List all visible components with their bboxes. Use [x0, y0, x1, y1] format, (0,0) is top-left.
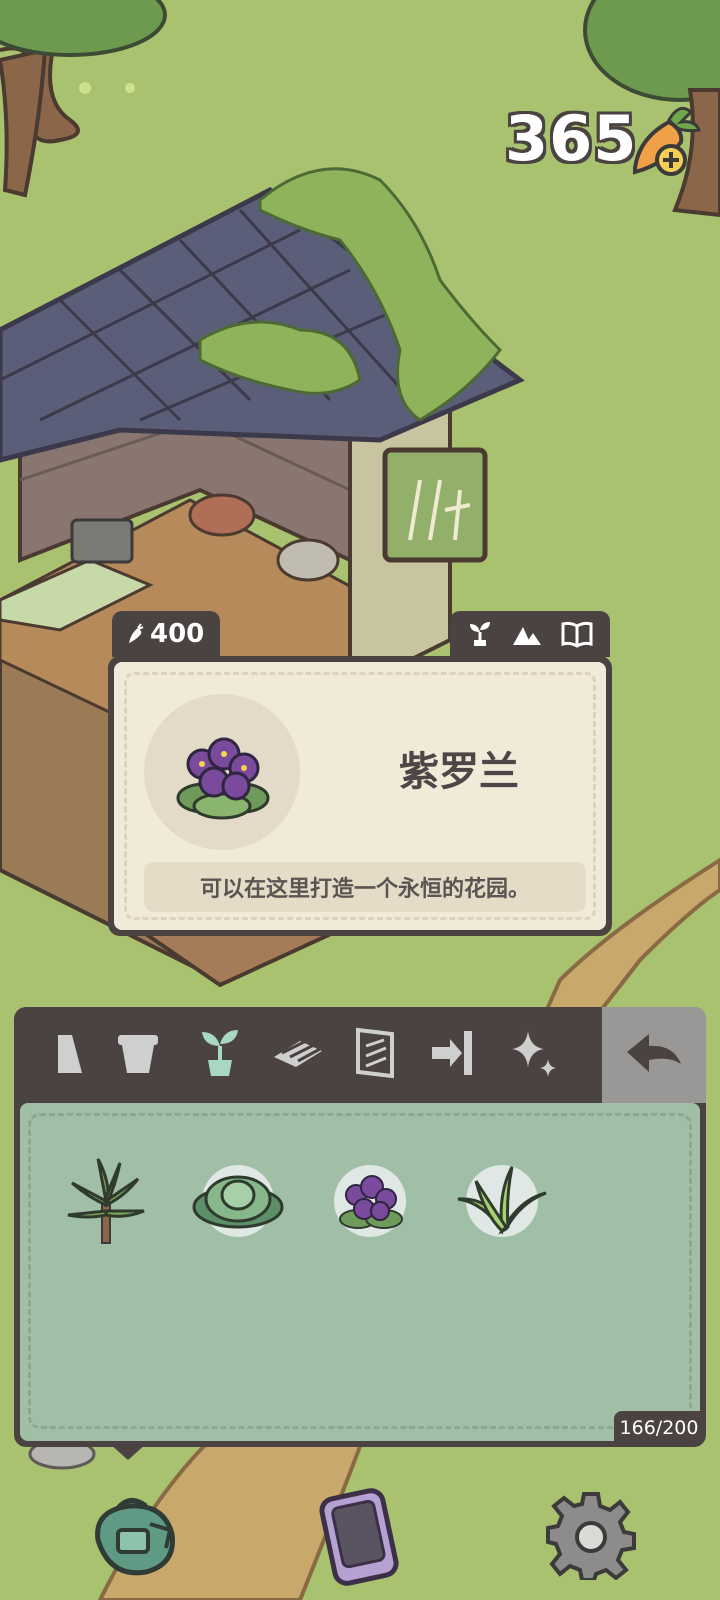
item-grid: 166/200 — [20, 1103, 704, 1445]
mountain-icon — [512, 627, 541, 645]
tab-partial[interactable] — [36, 1021, 100, 1085]
backpack-icon[interactable] — [90, 1490, 180, 1580]
pot-icon — [118, 1035, 158, 1073]
violet-flower-icon — [176, 737, 270, 820]
price-value: 400 — [150, 619, 205, 649]
item-tags — [450, 611, 610, 657]
item-slot-succulent[interactable] — [190, 1153, 286, 1249]
carrot-icon — [129, 623, 144, 643]
partial-category-icon — [58, 1035, 82, 1073]
tab-effects[interactable] — [502, 1021, 566, 1085]
currency-display[interactable]: 365 — [505, 98, 705, 178]
category-tabs — [14, 1007, 602, 1103]
grass-plant-icon — [457, 1166, 547, 1235]
succulent-plant-icon — [192, 1175, 284, 1229]
tab-wallpaper[interactable] — [344, 1021, 408, 1085]
sparkle-icon — [512, 1031, 556, 1077]
tab-plants[interactable] — [188, 1021, 252, 1085]
tab-pots[interactable] — [106, 1021, 170, 1085]
tab-floors[interactable] — [266, 1021, 330, 1085]
panel-pointer — [110, 1444, 146, 1460]
item-portrait — [144, 694, 300, 850]
door-arrow-icon — [432, 1031, 472, 1075]
item-slot-dracaena[interactable] — [58, 1153, 154, 1249]
back-button[interactable] — [602, 1007, 706, 1103]
inventory-capacity: 166/200 — [614, 1411, 704, 1445]
gear-icon[interactable] — [546, 1490, 636, 1580]
item-name: 紫罗兰 — [399, 749, 519, 795]
phone-icon[interactable] — [318, 1486, 404, 1586]
sprout-icon — [470, 622, 491, 646]
item-slot-grass[interactable] — [454, 1153, 550, 1249]
book-icon — [561, 621, 593, 648]
back-arrow-icon — [627, 1034, 681, 1072]
violet-flower-icon — [339, 1175, 403, 1229]
tab-doors[interactable] — [422, 1021, 486, 1085]
wallpaper-icon — [356, 1027, 394, 1079]
planks-icon — [274, 1039, 322, 1067]
inventory-panel: 166/200 — [14, 1007, 706, 1447]
dracaena-plant-icon — [67, 1158, 145, 1244]
item-description: 可以在这里打造一个永恒的花园。 — [144, 862, 586, 912]
price-tag: 400 — [112, 611, 220, 657]
sprout-icon — [202, 1030, 238, 1076]
currency-amount: 365 — [505, 102, 638, 175]
item-slot-violet[interactable] — [322, 1153, 418, 1249]
carrot-add-icon[interactable] — [625, 98, 705, 182]
item-info-card: 紫罗兰 可以在这里打造一个永恒的花园。 — [108, 656, 612, 936]
